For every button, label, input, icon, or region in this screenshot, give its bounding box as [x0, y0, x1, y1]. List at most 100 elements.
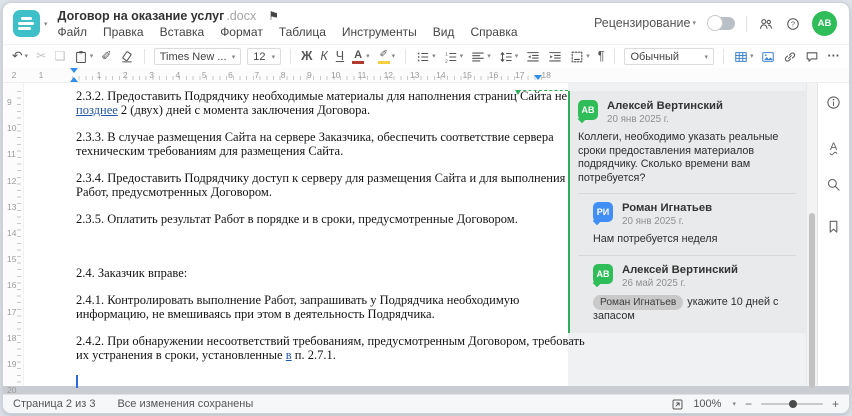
horizontal-ruler[interactable]: 2 1 1 2 3 4 5 6 7 8 9 10 11 12 13 14 15 16 17 18: [3, 68, 849, 83]
clear-formatting-button[interactable]: [119, 48, 135, 66]
increase-indent-button[interactable]: [547, 48, 563, 66]
font-color-button[interactable]: А ▾: [351, 48, 371, 66]
zoom-slider[interactable]: [760, 400, 823, 408]
first-line-indent-marker[interactable]: [70, 68, 78, 73]
favorite-flag-icon[interactable]: ⚑: [268, 9, 279, 23]
text-run: 2.3.3. В случае размещения Сайта на серв…: [76, 130, 554, 144]
align-button[interactable]: ▾: [470, 48, 492, 66]
text-run: 2.3.5. Оплатить результат Работ в порядк…: [76, 212, 518, 226]
help-icon: ?: [787, 17, 799, 30]
menu-item[interactable]: Таблица: [279, 25, 326, 39]
menu-item[interactable]: Справка: [470, 25, 517, 39]
zoom-in-button[interactable]: +: [832, 397, 839, 411]
svg-text:?: ?: [791, 19, 795, 28]
review-mode-dropdown[interactable]: Рецензирование ▾: [593, 15, 697, 33]
undo-button[interactable]: ↶ ▾: [11, 48, 29, 66]
paragraph-style-select[interactable]: Обычный ▾: [624, 48, 714, 65]
numbered-list-button[interactable]: 12 ▾: [443, 48, 465, 66]
menu-item[interactable]: Инструменты: [342, 25, 417, 39]
format-painter-button[interactable]: ✐: [100, 48, 112, 66]
search-button[interactable]: [826, 177, 841, 197]
insert-table-button[interactable]: ▾: [733, 48, 755, 66]
font-name-select[interactable]: Times New ... ▾: [153, 48, 242, 65]
ruler-number: 9: [307, 70, 312, 80]
comment[interactable]: АВ Алексей Вертинский 26 май 2025 г. Роман …: [592, 263, 796, 324]
font-size-value: 12: [253, 50, 266, 63]
paragraph: 2.3.3. В случае размещения Сайта на серв…: [76, 130, 554, 158]
font-size-select[interactable]: 12 ▾: [247, 48, 282, 65]
vertical-scrollbar[interactable]: [806, 83, 817, 388]
menu-item[interactable]: Файл: [58, 25, 88, 39]
help-button[interactable]: ?: [785, 15, 801, 33]
ruler-number: 17: [515, 70, 525, 80]
chevron-down-icon: ▾: [459, 53, 464, 60]
menu-item[interactable]: Правка: [103, 25, 144, 39]
bold-button[interactable]: Ж: [300, 48, 313, 66]
copy-button[interactable]: ❏: [53, 48, 66, 66]
zoom-slider-knob[interactable]: [788, 400, 797, 408]
comment[interactable]: АВ Алексей Вертинский 20 янв 2025 г. Коллег…: [577, 100, 796, 185]
chevron-down-icon: ▾: [432, 53, 436, 60]
more-tools-button[interactable]: ···: [826, 48, 841, 66]
left-indent-marker[interactable]: [70, 77, 78, 82]
comment-thread-card[interactable]: АВ Алексей Вертинский 20 янв 2025 г. Коллег…: [568, 91, 806, 333]
paragraph: 2.4. Заказчик вправе:: [76, 266, 542, 280]
horizontal-scrollbar[interactable]: [3, 386, 849, 394]
bookmarks-button[interactable]: [826, 219, 841, 239]
menu-bar: Файл Правка Вставка Формат Таблица Инструмент…: [58, 25, 518, 39]
decrease-indent-button[interactable]: [525, 48, 541, 66]
document-title-row: Договор на оказание услуг .docx ⚑: [58, 9, 518, 23]
right-sidebar: А: [817, 83, 849, 386]
page-indicator[interactable]: Страница 2 из 3: [13, 398, 95, 410]
svg-text:1: 1: [445, 51, 448, 57]
ruler-number: 15: [7, 254, 17, 265]
user-avatar[interactable]: АВ: [812, 11, 837, 36]
italic-button[interactable]: К: [319, 48, 328, 66]
link-icon: [785, 51, 796, 62]
nonprinting-characters-button[interactable]: ¶: [597, 48, 606, 66]
mention-chip: Роман Игнатьев: [593, 294, 684, 310]
text-run: техническим требованиям для размещения С…: [76, 144, 344, 158]
insert-image-button[interactable]: [760, 48, 776, 66]
comment-text: Роман Игнатьев укажите 10 дней с запасом: [593, 294, 779, 322]
zoom-value[interactable]: 100%: [693, 398, 721, 410]
about-button[interactable]: [826, 95, 841, 115]
paragraph-shading-button[interactable]: ▾: [569, 48, 591, 66]
comment[interactable]: РИ Роман Игнатьев 20 янв 2025 г. Нам потреб…: [592, 202, 796, 247]
cut-button[interactable]: ✂: [35, 48, 47, 66]
document-extension: .docx: [226, 8, 257, 23]
comment-author: Алексей Вертинский: [607, 100, 723, 112]
paste-button[interactable]: ▾: [73, 48, 95, 66]
ruler-number: 13: [409, 70, 420, 80]
collaboration-users-button[interactable]: [758, 15, 774, 33]
bullet-list-button[interactable]: ▾: [415, 48, 437, 66]
highlight-swatch: [377, 60, 390, 64]
app-logo-icon: [13, 10, 40, 37]
decrease-indent-icon: [527, 51, 539, 61]
text-line: их устранения в сроки, установленные в п…: [76, 348, 542, 362]
header-right-controls: Рецензирование ▾ ? АВ: [593, 11, 837, 36]
ruler-number: 7: [254, 70, 260, 80]
text-run: 2.4.1. Контролировать выполнение Работ, …: [76, 293, 520, 307]
insert-comment-button[interactable]: [804, 48, 820, 66]
ruler-number: 11: [357, 70, 367, 80]
underline-button[interactable]: Ч: [335, 48, 345, 66]
fit-page-icon[interactable]: [671, 398, 684, 411]
vertical-ruler[interactable]: 9 10 11 12 13 14 15 16 17 18 19 20: [3, 83, 24, 395]
document-page[interactable]: 2.3.2. Предоставить Подрядчику необходим…: [24, 83, 585, 388]
zoom-out-button[interactable]: −: [745, 397, 752, 411]
highlighter-icon: ✐: [379, 48, 388, 60]
highlight-color-button[interactable]: ✐ ▾: [377, 48, 397, 66]
scrollbar-thumb[interactable]: [809, 213, 815, 388]
line-spacing-button[interactable]: ▾: [498, 48, 520, 66]
review-display-toggle[interactable]: [708, 16, 735, 30]
menu-item[interactable]: Формат: [220, 25, 263, 39]
text-line: 2.3.5. Оплатить результат Работ в порядк…: [76, 212, 542, 226]
chevron-down-icon: ▾: [366, 53, 370, 60]
app-menu-button[interactable]: ▾: [13, 10, 48, 37]
spellcheck-button[interactable]: А: [830, 137, 837, 155]
insert-link-button[interactable]: [782, 48, 798, 66]
menu-item[interactable]: Вставка: [160, 25, 205, 39]
main-area: 9 10 11 12 13 14 15 16 17 18 19 20 2.3.2. Предостав…: [3, 83, 849, 395]
menu-item[interactable]: Вид: [433, 25, 455, 39]
